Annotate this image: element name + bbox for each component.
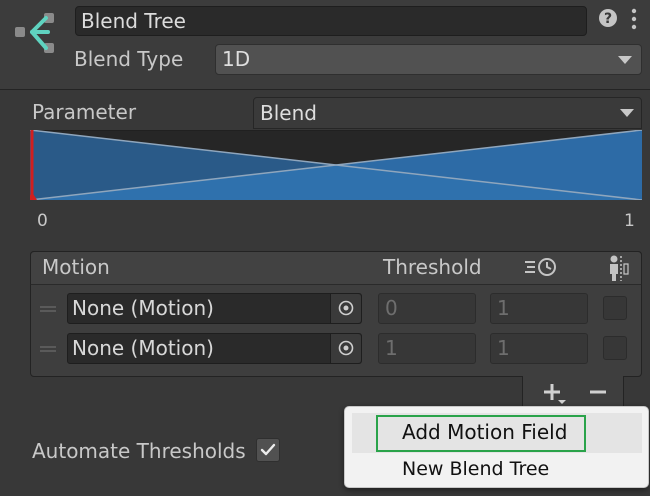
automate-thresholds-label: Automate Thresholds xyxy=(32,439,246,463)
target-icon xyxy=(338,340,354,356)
checkmark-icon xyxy=(260,443,276,456)
blend-graph[interactable] xyxy=(30,130,642,200)
chevron-down-icon xyxy=(618,55,632,64)
threshold-column-header: Threshold xyxy=(383,255,482,279)
header-divider xyxy=(0,89,650,90)
svg-text:?: ? xyxy=(604,11,612,27)
threshold-field[interactable]: 1 xyxy=(378,333,476,364)
motion-object-field[interactable]: None (Motion) xyxy=(67,333,362,364)
threshold-field[interactable]: 0 xyxy=(378,293,476,324)
blend-type-value: 1D xyxy=(222,47,251,71)
add-motion-context-menu: Add Motion Field New Blend Tree xyxy=(344,406,649,488)
row-drag-handle[interactable] xyxy=(40,346,56,352)
kebab-menu-icon[interactable] xyxy=(629,8,639,30)
parameter-value: Blend xyxy=(260,101,317,125)
target-icon xyxy=(338,300,354,316)
parameter-dropdown[interactable]: Blend xyxy=(253,97,642,129)
time-scale-field[interactable]: 1 xyxy=(490,333,588,364)
blend-type-label: Blend Type xyxy=(74,47,184,71)
help-icon[interactable]: ? xyxy=(598,8,618,28)
mirror-icon xyxy=(610,255,629,281)
minus-icon[interactable] xyxy=(588,381,608,405)
mirror-checkbox[interactable] xyxy=(603,336,627,360)
time-scale-field[interactable]: 1 xyxy=(490,293,588,324)
object-picker-button[interactable] xyxy=(330,294,361,323)
row-drag-handle[interactable] xyxy=(40,306,56,312)
blend-tree-icon xyxy=(15,13,54,53)
motion-value: None (Motion) xyxy=(72,296,214,320)
motion-value: None (Motion) xyxy=(72,336,214,360)
motion-column-header: Motion xyxy=(42,255,110,279)
parameter-label: Parameter xyxy=(32,100,137,124)
motion-object-field[interactable]: None (Motion) xyxy=(67,293,362,324)
plus-dropdown-icon[interactable] xyxy=(540,381,570,405)
menu-item-add-motion-field[interactable]: Add Motion Field xyxy=(402,420,567,444)
graph-max-label: 1 xyxy=(624,211,635,231)
menu-item-new-blend-tree[interactable]: New Blend Tree xyxy=(402,458,549,480)
automate-thresholds-checkbox[interactable] xyxy=(256,438,280,462)
blend-tree-name-field[interactable]: Blend Tree xyxy=(75,6,587,36)
object-picker-button[interactable] xyxy=(330,334,361,363)
blend-type-dropdown[interactable]: 1D xyxy=(215,44,642,75)
mirror-checkbox[interactable] xyxy=(603,296,627,320)
graph-min-label: 0 xyxy=(37,211,48,231)
chevron-down-icon xyxy=(620,109,634,117)
time-scale-icon xyxy=(525,258,556,276)
